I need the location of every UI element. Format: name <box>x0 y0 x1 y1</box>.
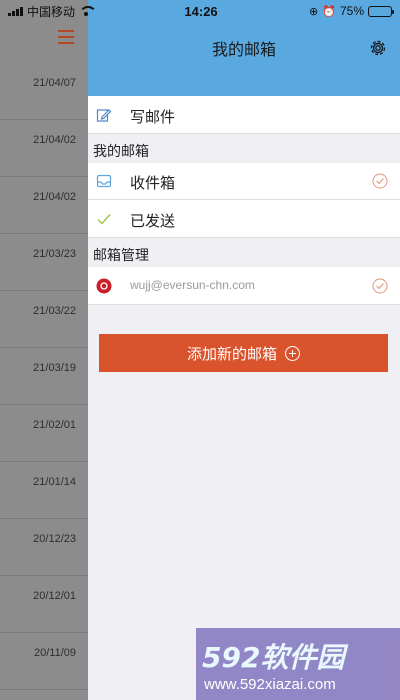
sent-label: 已发送 <box>130 213 176 230</box>
drawer-title: 我的邮箱 <box>211 42 276 59</box>
compose-label: 写邮件 <box>130 109 176 126</box>
compose-row[interactable]: 写邮件 <box>88 96 400 134</box>
mail-date: 21/03/22 <box>33 305 76 317</box>
watermark: 592软件园 www.592xiazai.com <box>196 628 400 700</box>
status-right: ⊕ ⏰ 75% <box>309 4 394 18</box>
inbox-icon <box>96 174 112 188</box>
list-item[interactable]: 21/02/01 <box>0 405 88 462</box>
sent-row[interactable]: 已发送 <box>88 200 400 238</box>
list-item[interactable]: 21/03/23 <box>0 234 88 291</box>
checkmark-icon <box>97 214 111 225</box>
alarm-icon: ⏰ <box>322 5 336 18</box>
mailbox-drawer: 我的邮箱 写邮件 我的邮箱 收件箱 已发送 邮箱管理 wujj@eversun-… <box>88 0 400 700</box>
mail-date: 21/04/02 <box>33 191 76 203</box>
list-item[interactable]: 20/12/01 <box>0 576 88 633</box>
section-mailbox-management: 邮箱管理 <box>93 247 149 263</box>
mail-date: 21/04/07 <box>33 77 76 89</box>
watermark-brand: 592软件园 <box>202 641 345 674</box>
add-mailbox-label: 添加新的邮箱 <box>186 345 277 363</box>
check-circle-icon[interactable] <box>372 278 388 294</box>
list-item[interactable]: 21/03/22 <box>0 291 88 348</box>
wifi-icon <box>79 6 98 16</box>
list-item[interactable]: 20/11/09 <box>0 633 88 690</box>
account-row[interactable]: wujj@eversun-chn.com <box>88 267 400 305</box>
watermark-url: www.592xiazai.com <box>204 676 336 693</box>
mail-date: 20/11/09 <box>33 647 76 659</box>
list-item[interactable]: 21/01/14 <box>0 462 88 519</box>
status-left: 中国移动 <box>8 3 98 20</box>
section-my-mailbox: 我的邮箱 <box>93 143 149 159</box>
signal-icon <box>8 6 23 16</box>
list-item[interactable]: 21/04/02 <box>0 120 88 177</box>
lock-rotation-icon: ⊕ <box>309 5 319 18</box>
mail-date: 21/02/01 <box>33 419 76 431</box>
mail-date: 20/12/01 <box>33 590 76 602</box>
compose-icon <box>96 109 112 122</box>
inbox-label: 收件箱 <box>130 175 176 192</box>
check-circle-icon[interactable] <box>372 173 388 189</box>
mail-date: 20/12/23 <box>33 533 76 545</box>
mail-date: 21/03/23 <box>33 248 76 260</box>
menu-icon[interactable] <box>58 30 74 44</box>
carrier-label: 中国移动 <box>27 4 76 19</box>
plus-circle-icon <box>285 345 300 361</box>
background-mail-list: 21/04/07 21/04/02 21/04/02 21/03/23 21/0… <box>0 0 88 700</box>
mail-provider-icon <box>96 278 112 294</box>
add-mailbox-button[interactable]: 添加新的邮箱 <box>99 334 388 372</box>
battery-percent: 75% <box>339 4 364 18</box>
status-time: 14:26 <box>184 3 218 19</box>
status-bar: 中国移动 14:26 ⊕ ⏰ 75% <box>0 0 400 22</box>
account-email: wujj@eversun-chn.com <box>130 278 255 292</box>
inbox-row[interactable]: 收件箱 <box>88 163 400 200</box>
list-item[interactable]: 21/04/07 <box>0 63 88 120</box>
mail-date: 21/03/19 <box>33 362 76 374</box>
list-item[interactable]: 21/04/02 <box>0 177 88 234</box>
list-item[interactable]: 21/03/19 <box>0 348 88 405</box>
list-item[interactable]: 20/12/23 <box>0 519 88 576</box>
mail-date: 21/04/02 <box>33 134 76 146</box>
mail-date: 21/01/14 <box>33 476 76 488</box>
battery-icon <box>368 5 394 17</box>
gear-icon[interactable] <box>368 38 388 58</box>
